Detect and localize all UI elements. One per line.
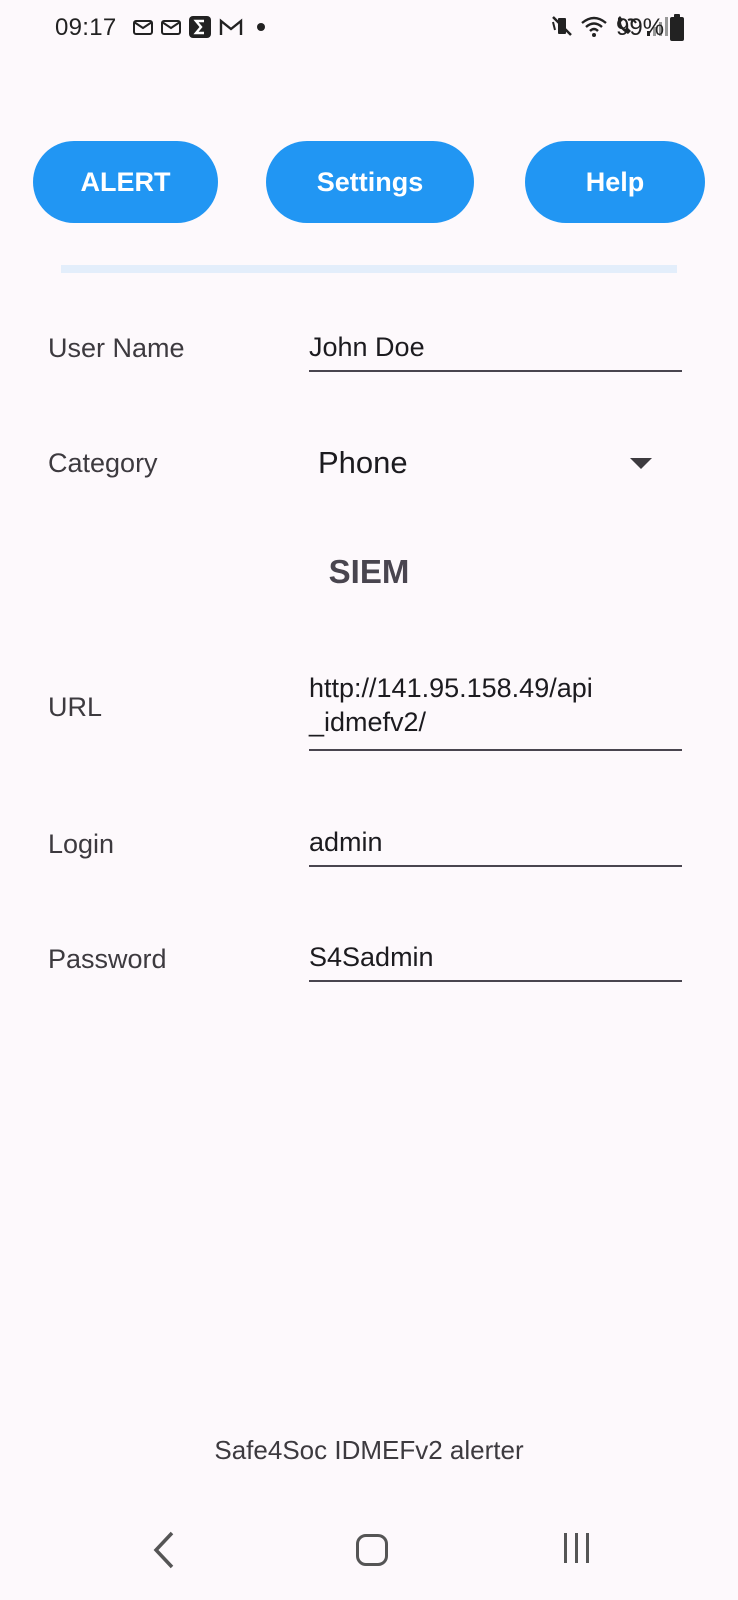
- url-value-line2: _idmefv2/: [309, 707, 427, 737]
- user-name-value: John Doe: [309, 332, 425, 362]
- user-name-field[interactable]: John Doe: [309, 330, 682, 372]
- app-footer-text: Safe4Soc IDMEFv2 alerter: [214, 1435, 524, 1465]
- wifi-icon: [581, 16, 607, 37]
- status-time: 09:17: [55, 14, 117, 41]
- recent-apps-icon[interactable]: [564, 1533, 589, 1563]
- help-button[interactable]: Help: [525, 141, 705, 223]
- password-field[interactable]: S4Sadmin: [309, 940, 682, 982]
- chevron-down-icon: [630, 458, 652, 469]
- login-value: admin: [309, 827, 383, 857]
- user-name-label: User Name: [48, 333, 185, 363]
- alert-button[interactable]: ALERT: [33, 141, 218, 223]
- app-screen: 09:17 99% ALERT Settings Help User Name …: [0, 0, 738, 1600]
- notification-dot-icon: [257, 23, 265, 31]
- tab-indicator-divider: [61, 265, 677, 273]
- battery-icon: [670, 14, 684, 41]
- notification-icons: [133, 16, 271, 38]
- login-label: Login: [48, 829, 115, 859]
- url-value-line1: http://141.95.158.49/api: [309, 673, 593, 703]
- url-label: URL: [48, 692, 103, 722]
- status-bar: 09:17 99%: [0, 0, 738, 62]
- battery-percent: 99%: [616, 14, 665, 41]
- url-field[interactable]: http://141.95.158.49/api _idmefv2/: [309, 671, 682, 751]
- category-label: Category: [48, 448, 158, 478]
- login-field[interactable]: admin: [309, 825, 682, 867]
- gmail-icon: [219, 18, 243, 35]
- password-label: Password: [48, 944, 167, 974]
- back-icon[interactable]: [150, 1529, 180, 1571]
- password-value: S4Sadmin: [309, 942, 434, 972]
- category-selected-value: Phone: [318, 445, 408, 480]
- settings-button[interactable]: Settings: [266, 141, 474, 223]
- mail-icon: [161, 20, 181, 35]
- system-nav-bar: [0, 1500, 738, 1600]
- mail-icon: [133, 20, 153, 35]
- home-icon[interactable]: [356, 1534, 388, 1566]
- sigma-app-icon: [189, 16, 211, 38]
- siem-section-title: SIEM: [328, 553, 410, 590]
- mute-vibrate-icon: [552, 16, 572, 36]
